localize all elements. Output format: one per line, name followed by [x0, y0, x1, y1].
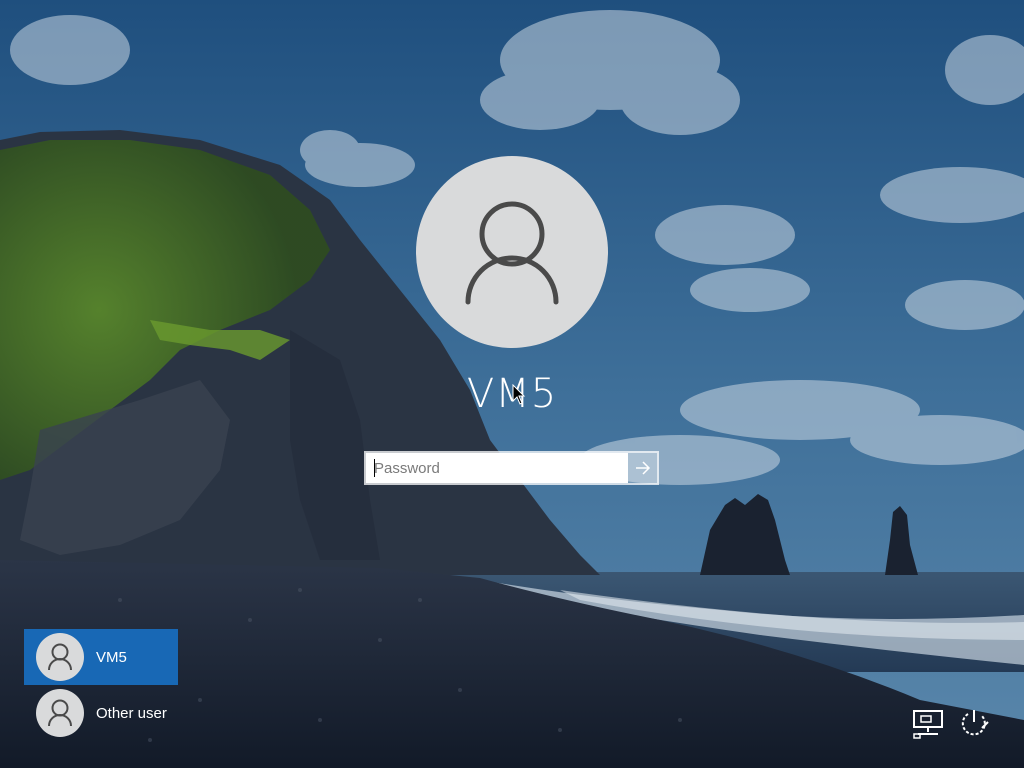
user-switcher-list: VM5 Other user: [24, 629, 178, 741]
mouse-cursor: [512, 384, 526, 405]
submit-button[interactable]: [628, 453, 657, 483]
password-input[interactable]: [366, 453, 628, 483]
user-tile-label: Other user: [96, 704, 167, 722]
power-icon: [961, 710, 989, 736]
user-tile-vm5[interactable]: VM5: [24, 629, 178, 685]
arrow-right-icon: [635, 461, 650, 475]
power-button[interactable]: [956, 706, 992, 740]
network-icon: [913, 710, 943, 739]
password-field-group: [364, 451, 659, 485]
network-button[interactable]: [910, 706, 946, 740]
user-tile-label: VM5: [96, 648, 127, 666]
user-icon: [48, 699, 72, 727]
text-caret: [374, 459, 375, 477]
user-tile-avatar: [36, 689, 84, 737]
user-tile-avatar: [36, 633, 84, 681]
user-icon: [465, 201, 559, 305]
user-tile-other-user[interactable]: Other user: [24, 685, 178, 741]
user-icon: [48, 643, 72, 671]
user-avatar: [416, 156, 608, 348]
